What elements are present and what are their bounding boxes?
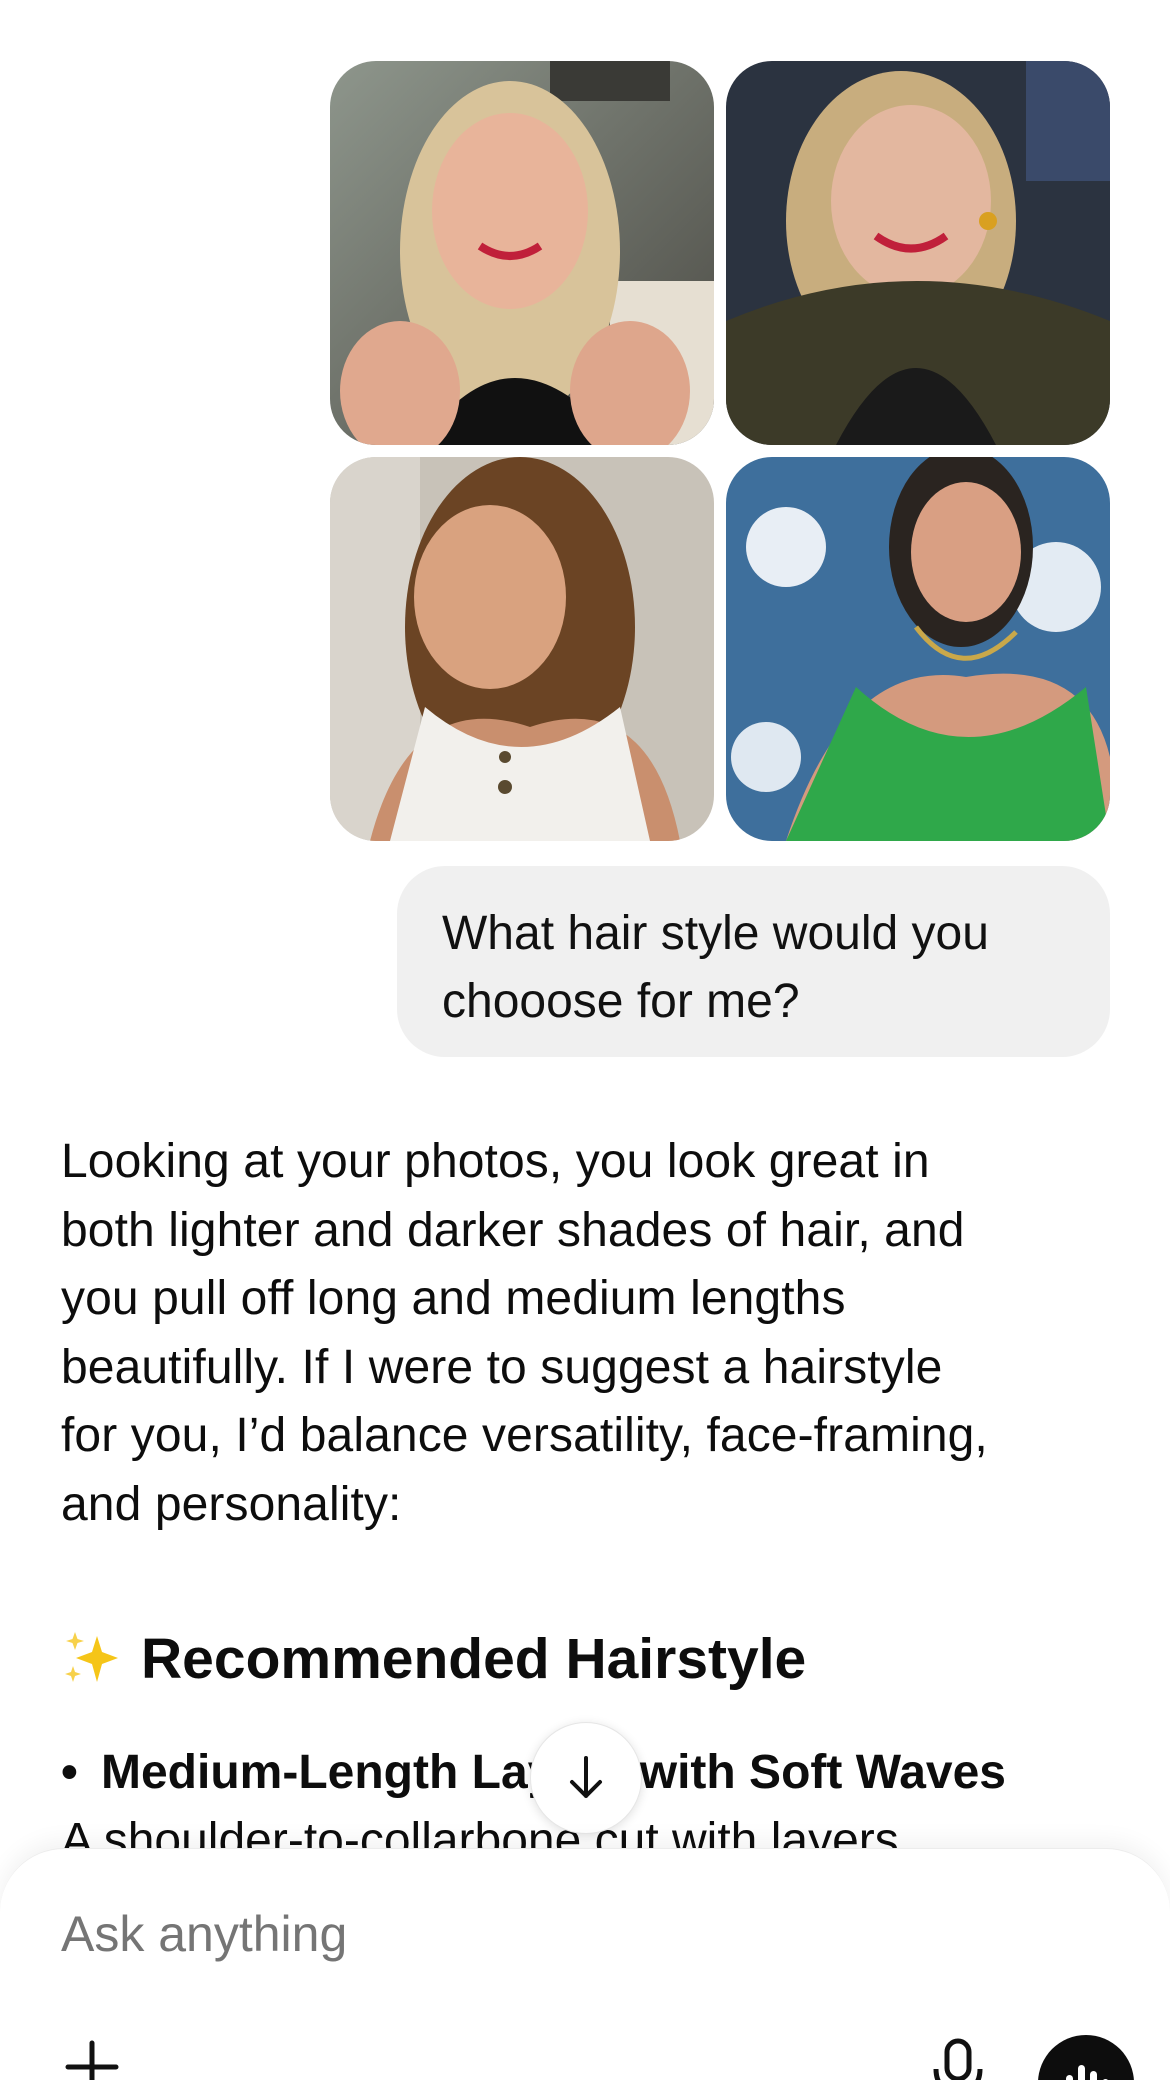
attached-photo-3[interactable]: [330, 457, 714, 841]
attached-photo-4[interactable]: [726, 457, 1110, 841]
user-message-line-1: What hair style would you: [442, 907, 989, 960]
bullet-dot-icon: •: [61, 1746, 78, 1799]
assistant-paragraph: Looking at your photos, you look great i…: [61, 1128, 1121, 1539]
paragraph-line: Looking at your photos, you look great i…: [61, 1135, 930, 1188]
user-message-bubble: What hair style would you chooose for me…: [397, 866, 1110, 1057]
chat-screen: What hair style would you chooose for me…: [0, 0, 1170, 2080]
paragraph-line: beautifully. If I were to suggest a hair…: [61, 1340, 943, 1394]
paragraph-line: and personality:: [61, 1477, 402, 1531]
section-heading-text: Recommended Hairstyle: [141, 1627, 807, 1691]
arrow-down-icon: [570, 1756, 602, 1798]
paragraph-line: for you, I’d balance versatility, face-f…: [61, 1409, 988, 1462]
attached-photos-grid: [330, 61, 1110, 841]
attached-photo-2[interactable]: [726, 61, 1110, 445]
section-heading: Recommended Hairstyle: [61, 1619, 1121, 1699]
microphone-icon: [933, 2038, 983, 2080]
user-message-line-2: chooose for me?: [442, 975, 800, 1028]
voice-waveform-icon: [1066, 2065, 1108, 2080]
sparkles-icon: [61, 1628, 123, 1690]
composer: [0, 1848, 1170, 2080]
voice-mode-button[interactable]: [1038, 2035, 1134, 2080]
paragraph-line: you pull off long and medium lengths: [61, 1272, 846, 1325]
dictation-button[interactable]: [930, 2037, 986, 2080]
paragraph-line: both lighter and darker shades of hair, …: [61, 1203, 965, 1257]
add-attachment-button[interactable]: [64, 2039, 120, 2080]
scroll-to-bottom-button[interactable]: [530, 1722, 642, 1834]
attached-photo-1[interactable]: [330, 61, 714, 445]
ask-anything-input[interactable]: [61, 1905, 861, 1963]
plus-icon: [65, 2040, 119, 2080]
